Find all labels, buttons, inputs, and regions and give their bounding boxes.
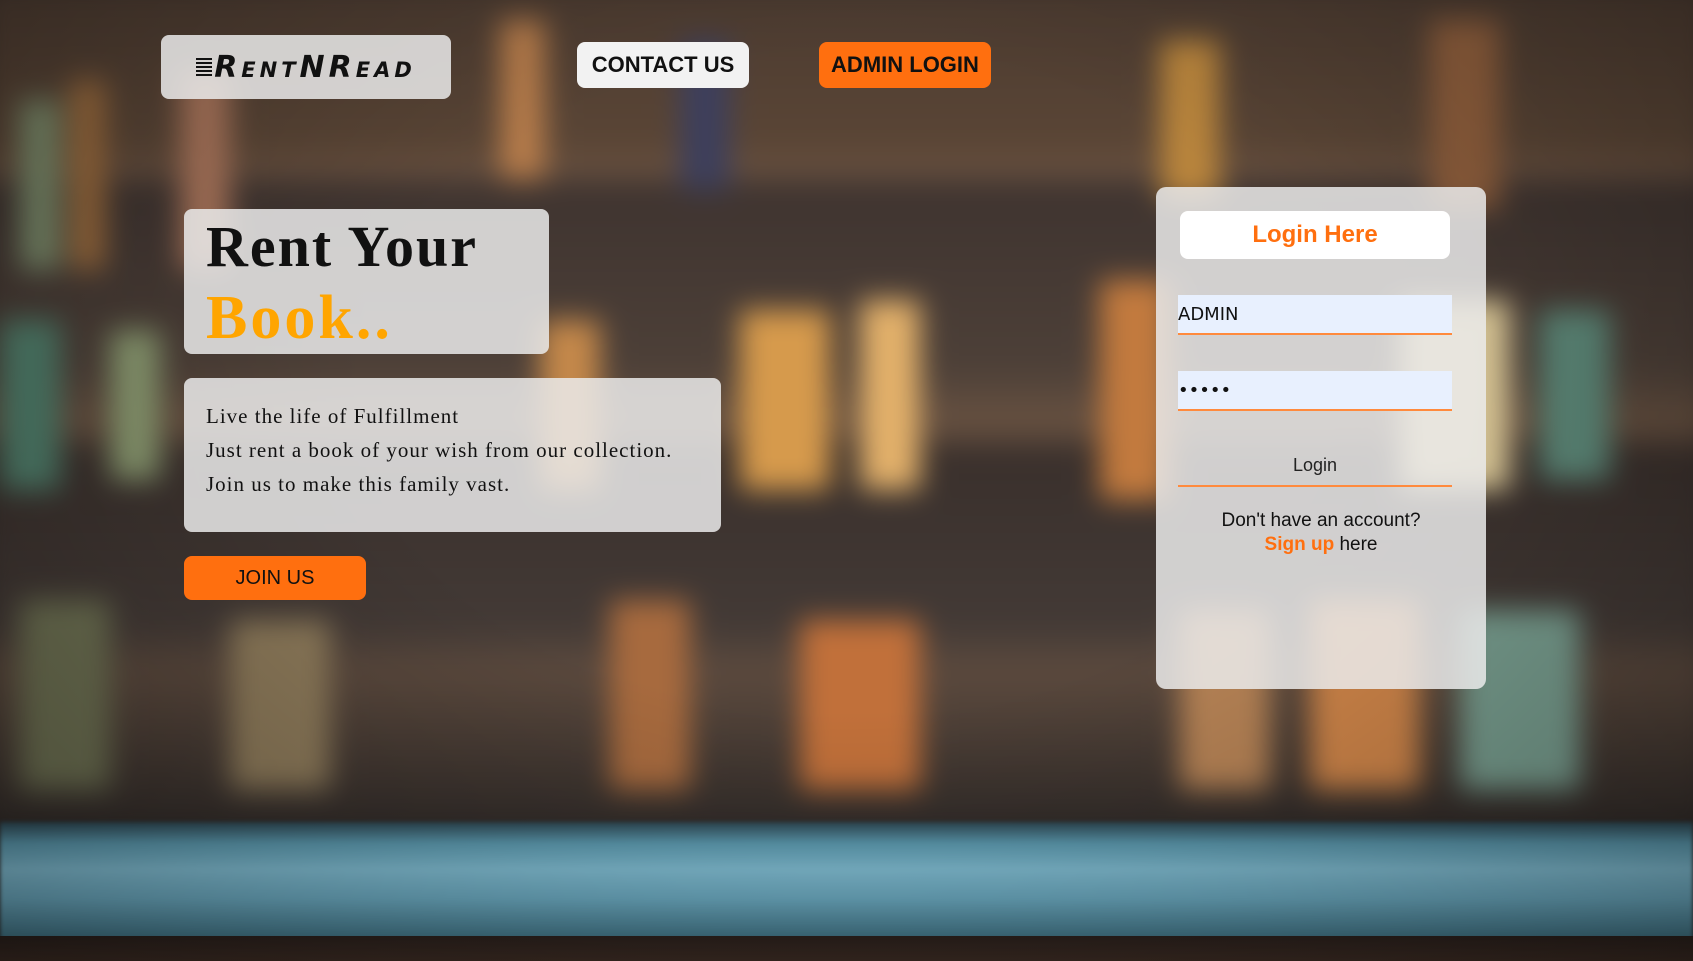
hero-description-line: Just rent a book of your wish from our c… xyxy=(206,438,673,462)
username-input[interactable] xyxy=(1178,295,1452,335)
login-card: Login Here Login Don't have an account? … xyxy=(1156,187,1486,689)
admin-login-button[interactable]: ADMIN LOGIN xyxy=(819,42,991,88)
login-title: Login Here xyxy=(1180,211,1450,259)
signup-link[interactable]: Sign up xyxy=(1265,534,1335,555)
logo-text: RentNRead xyxy=(214,49,416,85)
hero-title-panel: Rent Your Book.. xyxy=(184,209,549,354)
hero-title-line1: Rent Your xyxy=(206,214,479,279)
signup-question: Don't have an account? xyxy=(1221,510,1421,531)
hero-description-panel: Live the life of Fulfillment Just rent a… xyxy=(184,378,721,532)
hero-description-line: Join us to make this family vast. xyxy=(206,472,511,496)
signup-line: Sign up here xyxy=(1156,533,1486,557)
join-us-button[interactable]: JOIN US xyxy=(184,556,366,600)
password-input[interactable] xyxy=(1178,371,1452,411)
signup-suffix: here xyxy=(1334,534,1378,555)
logo[interactable]: RentNRead xyxy=(161,35,451,99)
speed-lines-icon xyxy=(196,58,213,76)
login-button[interactable]: Login xyxy=(1178,445,1452,487)
hero-title-line2: Book.. xyxy=(206,284,393,352)
hero-description-line: Live the life of Fulfillment xyxy=(206,404,460,428)
signup-prompt: Don't have an account? Sign up here xyxy=(1156,509,1486,557)
contact-us-button[interactable]: CONTACT US xyxy=(577,42,749,88)
